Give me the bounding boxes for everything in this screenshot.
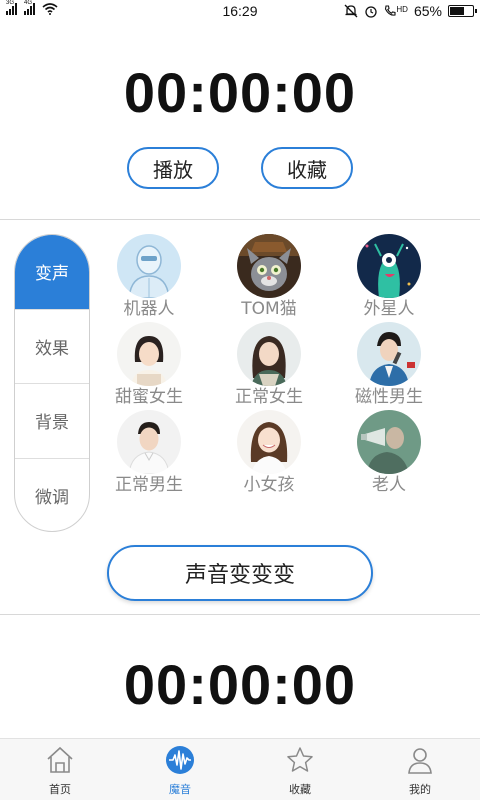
user-icon (408, 748, 432, 774)
voice-item-normal-girl[interactable]: 正常女生 (209, 322, 329, 407)
sound-wave-icon (166, 746, 194, 774)
transform-voice-button[interactable]: 声音变变变 (107, 545, 373, 601)
battery-percent: 65% (413, 3, 442, 19)
voice-item-tom-cat[interactable]: TOM猫 (209, 234, 329, 319)
divider (0, 614, 480, 615)
voice-label: 正常女生 (235, 387, 303, 407)
voice-item-alien[interactable]: 外星人 (329, 234, 449, 319)
status-bar: 3G 4G 16:29 HD 65% (0, 0, 480, 24)
voice-item-robot[interactable]: 机器人 (89, 234, 209, 319)
home-icon (47, 746, 73, 773)
playback-timer: 00:00:00 (123, 61, 357, 124)
alien-avatar (357, 234, 421, 298)
magnetic-boy-avatar (357, 322, 421, 386)
divider (0, 219, 480, 220)
tab-voice-change[interactable]: 变声 (15, 235, 89, 310)
tab-fine-tune[interactable]: 微调 (15, 459, 89, 532)
status-right: HD 65% (344, 3, 477, 19)
voice-item-magnetic-boy[interactable]: 磁性男生 (329, 322, 449, 407)
volte-icon: HD (384, 5, 408, 17)
play-button[interactable]: 播放 (127, 147, 219, 189)
side-tabs: 变声 效果 背景 微调 (14, 234, 90, 532)
voice-label: 甜蜜女生 (115, 387, 183, 407)
nav-item-favorites[interactable]: 收藏 (240, 739, 360, 800)
voice-label: 老人 (372, 475, 406, 495)
little-girl-avatar (237, 410, 301, 474)
alarm-icon (365, 6, 378, 18)
voice-item-old-man[interactable]: 老人 (329, 410, 449, 495)
voice-item-little-girl[interactable]: 小女孩 (209, 410, 329, 495)
normal-boy-avatar (117, 410, 181, 474)
tom-cat-avatar (237, 234, 301, 298)
voice-item-sweet-girl[interactable]: 甜蜜女生 (89, 322, 209, 407)
star-icon (287, 747, 313, 772)
bottom-nav: 首页 魔音 收藏 我的 (0, 739, 480, 800)
battery-icon (448, 5, 477, 17)
nav-label-favorites: 收藏 (289, 783, 311, 796)
robot-avatar (117, 234, 181, 298)
voice-label: TOM猫 (241, 299, 297, 319)
voice-label: 正常男生 (115, 475, 183, 495)
nav-item-home[interactable]: 首页 (0, 739, 120, 800)
nav-label-home: 首页 (49, 783, 71, 796)
voice-label: 机器人 (123, 299, 175, 319)
voice-label: 磁性男生 (355, 387, 423, 407)
tab-effects[interactable]: 效果 (15, 310, 89, 384)
mute-bell-icon (344, 4, 358, 18)
nav-label-magic-sound: 魔音 (169, 783, 191, 796)
nav-item-profile[interactable]: 我的 (360, 739, 480, 800)
tab-background[interactable]: 背景 (15, 384, 89, 459)
voice-label: 小女孩 (243, 475, 295, 495)
voice-label: 外星人 (363, 299, 415, 319)
sweet-girl-avatar (117, 322, 181, 386)
nav-label-profile: 我的 (409, 783, 431, 796)
result-timer: 00:00:00 (123, 653, 357, 716)
normal-girl-avatar (237, 322, 301, 386)
voice-item-normal-boy[interactable]: 正常男生 (89, 410, 209, 495)
favorite-button[interactable]: 收藏 (261, 147, 353, 189)
old-man-avatar (357, 410, 421, 474)
nav-item-magic-sound[interactable]: 魔音 (120, 739, 240, 800)
